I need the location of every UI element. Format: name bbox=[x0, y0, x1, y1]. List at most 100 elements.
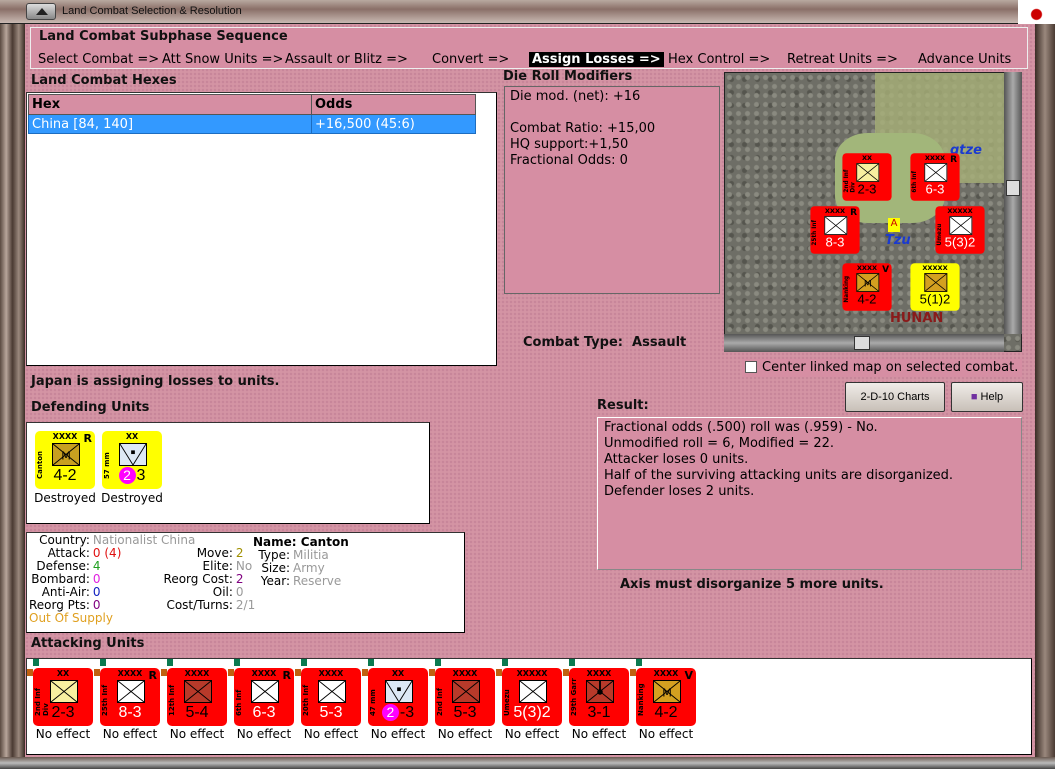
unit-type-icon bbox=[519, 680, 547, 703]
unit-counter[interactable]: XXXX R 25th Inf 8-3 bbox=[810, 206, 860, 254]
unit-result: No effect bbox=[437, 727, 493, 741]
unit-counter[interactable]: XXXX R Canton M 4-2 bbox=[35, 431, 95, 489]
window-frame-bottom bbox=[0, 757, 1055, 769]
odds-cell[interactable]: +16,500 (45:6) bbox=[311, 114, 476, 134]
step-hex-control: Hex Control => bbox=[668, 52, 771, 67]
unit-counter[interactable]: XXXXX Umezu 5(3)2 bbox=[496, 659, 562, 726]
unit-type-icon: M bbox=[653, 680, 681, 703]
unit-counter[interactable]: XXXX V Nanking M 4-2 bbox=[630, 659, 696, 726]
strength-value: 5-4 bbox=[185, 704, 209, 721]
unit-type-icon bbox=[184, 680, 212, 703]
unit-size: XXXX bbox=[452, 669, 478, 678]
unit-info-box: Country: Nationalist China Attack: 0 (4) Mo… bbox=[26, 532, 465, 633]
combat-type-label: Combat Type: bbox=[523, 335, 623, 350]
modifier-line: Fractional Odds: 0 bbox=[510, 153, 628, 168]
charts-button[interactable]: 2-D-10 Charts bbox=[845, 382, 945, 412]
supply-marker-icon bbox=[100, 659, 106, 666]
unit-strength: 4-2 bbox=[842, 293, 891, 308]
cost-turns-value: 2/1 bbox=[235, 598, 256, 612]
map-horizontal-scrollbar[interactable] bbox=[724, 334, 1004, 352]
col-hex[interactable]: Hex bbox=[28, 94, 312, 115]
strength-value: 5(3)2 bbox=[513, 704, 551, 721]
status-text: Japan is assigning losses to units. bbox=[31, 374, 280, 389]
unit-size: XX bbox=[125, 432, 139, 441]
unit-size: XX bbox=[391, 669, 405, 678]
strength-value: 6-3 bbox=[252, 704, 276, 721]
unit-type-icon bbox=[949, 216, 973, 235]
unit-counter[interactable]: XXXX R 6th Inf 6-3 bbox=[228, 659, 294, 726]
unit-counter[interactable]: XXXXX Umezu 5(3)2 bbox=[935, 206, 985, 254]
modifier-line: Combat Ratio: +15,00 bbox=[510, 121, 656, 136]
scroll-thumb[interactable] bbox=[1006, 180, 1020, 196]
unit-counter[interactable]: XX 2nd Inf Div 2-3 bbox=[27, 659, 93, 726]
result-line: Defender loses 2 units. bbox=[604, 484, 755, 499]
unit-size: XXXX bbox=[184, 669, 210, 678]
supply-marker-icon bbox=[368, 659, 374, 666]
col-odds[interactable]: Odds bbox=[311, 94, 476, 115]
unit-type-icon: M bbox=[52, 443, 80, 466]
unit-counter[interactable]: XXXXX 5(1)2 bbox=[910, 263, 960, 311]
unit-strength: 5-3 bbox=[435, 704, 495, 722]
window-menu-button[interactable] bbox=[26, 3, 56, 20]
subphase-title: Land Combat Subphase Sequence bbox=[39, 29, 288, 44]
hex-cell[interactable]: China [84, 140] bbox=[28, 114, 312, 134]
step-assault-or-blitz: Assault or Blitz => bbox=[285, 52, 408, 67]
unit-counter[interactable]: XXXX R 6th Inf 6-3 bbox=[910, 153, 960, 201]
unit-flag: V bbox=[684, 669, 693, 682]
unit-counter[interactable]: XXXX 29th Garr 3-1 bbox=[563, 659, 629, 726]
unit-counter[interactable]: XXXX 20th Inf 5-3 bbox=[295, 659, 361, 726]
unit-counter[interactable]: XXXX V Nanking M 4-2 bbox=[842, 263, 892, 311]
strength-value: -3 bbox=[399, 704, 415, 721]
unit-strength: 8-3 bbox=[810, 236, 859, 251]
unit-counter[interactable]: XXXX R 25th Inf 8-3 bbox=[94, 659, 160, 726]
unit-flag: R bbox=[850, 207, 858, 218]
combat-hexes-label: Land Combat Hexes bbox=[31, 73, 177, 88]
table-row[interactable]: China [84, 140] +16,500 (45:6) bbox=[28, 114, 476, 134]
strength-value: 4-2 bbox=[654, 704, 678, 721]
combat-hexes-list: Hex Odds China [84, 140] +16,500 (45:6) bbox=[26, 92, 497, 366]
unit-result: Destroyed bbox=[34, 491, 96, 505]
scroll-thumb[interactable] bbox=[854, 336, 870, 350]
strength-value: 5(3)2 bbox=[944, 235, 976, 250]
unit-flag: R bbox=[282, 669, 291, 682]
unit-flag: R bbox=[950, 154, 958, 165]
unit-size: XXXXX bbox=[922, 264, 948, 272]
unit-flag: V bbox=[882, 264, 890, 275]
unit-counter[interactable]: XX 47 mm 2 -3 bbox=[362, 659, 428, 726]
attack-value: 0 (4) bbox=[92, 546, 122, 560]
unit-counter[interactable]: XXXX 2nd Inf 5-3 bbox=[429, 659, 495, 726]
unit-result: No effect bbox=[638, 727, 694, 741]
unit-type-icon bbox=[856, 163, 880, 182]
result-box: Fractional odds (.500) roll was (.959) -… bbox=[597, 417, 1022, 570]
unit-type-icon bbox=[824, 216, 848, 235]
strength-value: 8-3 bbox=[825, 235, 845, 250]
linked-map[interactable]: Tzu HUNAN gtze A XX 2nd Inf Div 2-3 XXXX R 6t… bbox=[724, 72, 1022, 352]
unit-flag: R bbox=[148, 669, 157, 682]
die-roll-modifiers-box: Die mod. (net): +16 Combat Ratio: +15,00… bbox=[504, 86, 720, 294]
strength-value: 4-2 bbox=[53, 467, 77, 484]
unit-flag: R bbox=[83, 432, 92, 445]
unit-type-icon: M bbox=[856, 273, 880, 292]
unit-counter[interactable]: XXXX 12th Inf 5-4 bbox=[161, 659, 227, 726]
unit-strength: 5(1)2 bbox=[910, 293, 959, 308]
window-frame-left bbox=[0, 24, 25, 769]
strength-value: 8-3 bbox=[118, 704, 142, 721]
unit-type-icon bbox=[119, 443, 147, 466]
strength-value: 3 bbox=[136, 467, 146, 484]
supply-marker-icon bbox=[569, 659, 575, 666]
center-map-option[interactable]: Center linked map on selected combat. bbox=[742, 359, 1022, 377]
help-button[interactable]: ■ Help bbox=[951, 382, 1023, 412]
unit-strength: 6-3 bbox=[910, 183, 959, 198]
unit-strength: 5-3 bbox=[301, 704, 361, 722]
unit-counter[interactable]: XX 57 mm 2 3 bbox=[102, 431, 162, 489]
map-vertical-scrollbar[interactable] bbox=[1004, 72, 1022, 334]
unit-result: No effect bbox=[35, 727, 91, 741]
help-label: Help bbox=[980, 391, 1004, 403]
strength-badge: 2 bbox=[381, 704, 399, 721]
unit-strength: 5(3)2 bbox=[502, 704, 562, 722]
result-line: Fractional odds (.500) roll was (.959) -… bbox=[604, 420, 878, 435]
unit-result: No effect bbox=[169, 727, 225, 741]
unit-counter[interactable]: XX 2nd Inf Div 2-3 bbox=[842, 153, 892, 201]
axis-note: Axis must disorganize 5 more units. bbox=[620, 577, 884, 592]
center-map-checkbox[interactable] bbox=[745, 361, 757, 373]
